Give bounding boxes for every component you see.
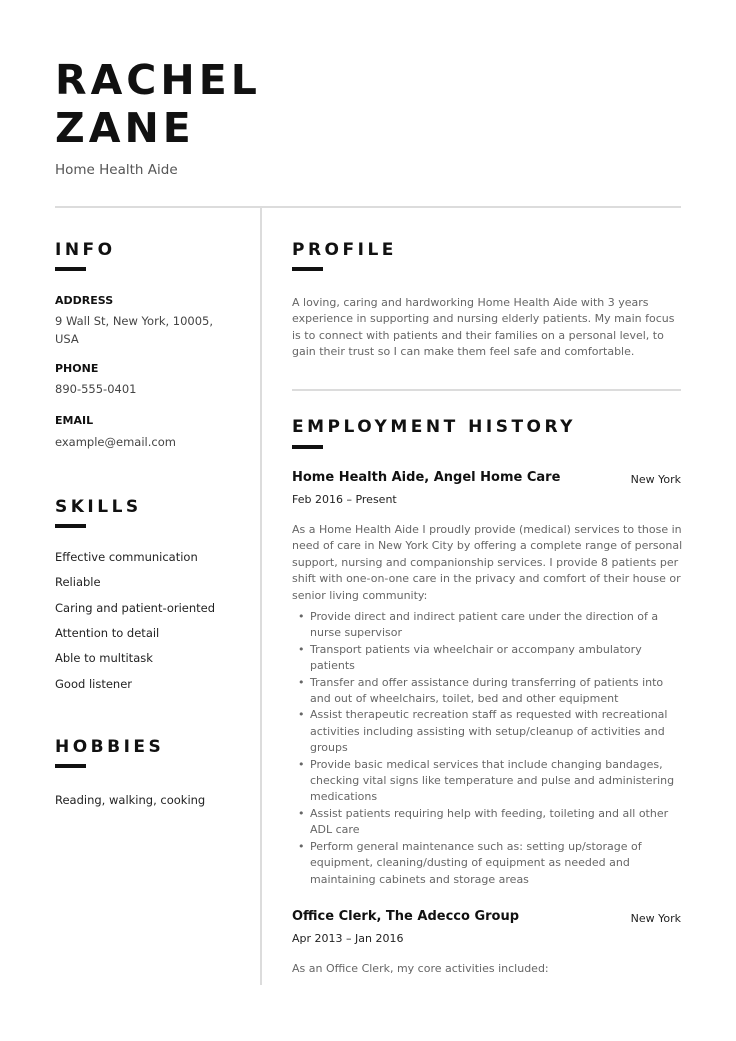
address-value: 9 Wall St, New York, 10005, USA xyxy=(55,312,240,348)
address-label: ADDRESS xyxy=(55,294,114,307)
skill-item: Effective communication xyxy=(55,550,198,564)
employment-heading-underline xyxy=(292,445,323,449)
candidate-name: RACHEL ZANE xyxy=(55,56,261,152)
skill-item: Caring and patient-oriented xyxy=(55,601,216,615)
job-title: Home Health Aide xyxy=(55,162,178,178)
hobbies-heading-underline xyxy=(55,764,86,768)
name-line-last: ZANE xyxy=(55,104,195,152)
skill-item: Attention to detail xyxy=(55,626,160,640)
responsibility-item: Perform general maintenance such as: set… xyxy=(292,839,684,888)
phone-value: 890-555-0401 xyxy=(55,382,137,396)
responsibility-item: Assist patients requiring help with feed… xyxy=(292,806,684,839)
responsibility-item: Transfer and offer assistance during tra… xyxy=(292,675,684,708)
column-divider xyxy=(260,207,262,985)
job-location-1: New York xyxy=(630,473,681,486)
job-description-1: As a Home Health Aide I proudly provide … xyxy=(292,523,683,602)
skill-item: Reliable xyxy=(55,575,101,589)
job-title-2: Office Clerk, The Adecco Group xyxy=(292,909,520,924)
job-title-1: Home Health Aide, Angel Home Care xyxy=(292,470,561,485)
profile-heading-underline xyxy=(292,267,323,271)
responsibility-item: Provide basic medical services that incl… xyxy=(292,757,684,806)
job-dates-1: Feb 2016 – Present xyxy=(292,493,397,506)
email-value[interactable]: example@email.com xyxy=(55,433,240,451)
hobbies-heading: HOBBIES xyxy=(55,737,165,757)
address-line-2: USA xyxy=(55,332,79,346)
responsibility-item: Transport patients via wheelchair or acc… xyxy=(292,642,684,675)
address-line-1: 9 Wall St, New York, 10005, xyxy=(55,314,214,328)
email-label: EMAIL xyxy=(55,414,94,427)
hobbies-text: Reading, walking, cooking xyxy=(55,793,206,807)
info-heading: INFO xyxy=(55,240,116,260)
phone-label: PHONE xyxy=(55,362,99,375)
profile-heading: PROFILE xyxy=(292,240,397,260)
skill-item: Able to multitask xyxy=(55,651,153,665)
responsibility-item: Assist therapeutic recreation staff as r… xyxy=(292,707,684,756)
job-location-2: New York xyxy=(630,912,681,925)
skill-item: Good listener xyxy=(55,677,132,691)
job-responsibilities-1: Provide direct and indirect patient care… xyxy=(292,609,684,888)
header-divider xyxy=(55,206,681,208)
job-dates-2: Apr 2013 – Jan 2016 xyxy=(292,932,404,945)
name-line-first: RACHEL xyxy=(55,56,261,104)
profile-divider xyxy=(292,389,681,391)
employment-heading: EMPLOYMENT HISTORY xyxy=(292,417,576,437)
info-heading-underline xyxy=(55,267,86,271)
skills-heading-underline xyxy=(55,524,86,528)
profile-summary: A loving, caring and hardworking Home He… xyxy=(292,296,675,359)
job-description-2: As an Office Clerk, my core activities i… xyxy=(292,962,549,975)
responsibility-item: Provide direct and indirect patient care… xyxy=(292,609,684,642)
skills-heading: SKILLS xyxy=(55,497,142,517)
